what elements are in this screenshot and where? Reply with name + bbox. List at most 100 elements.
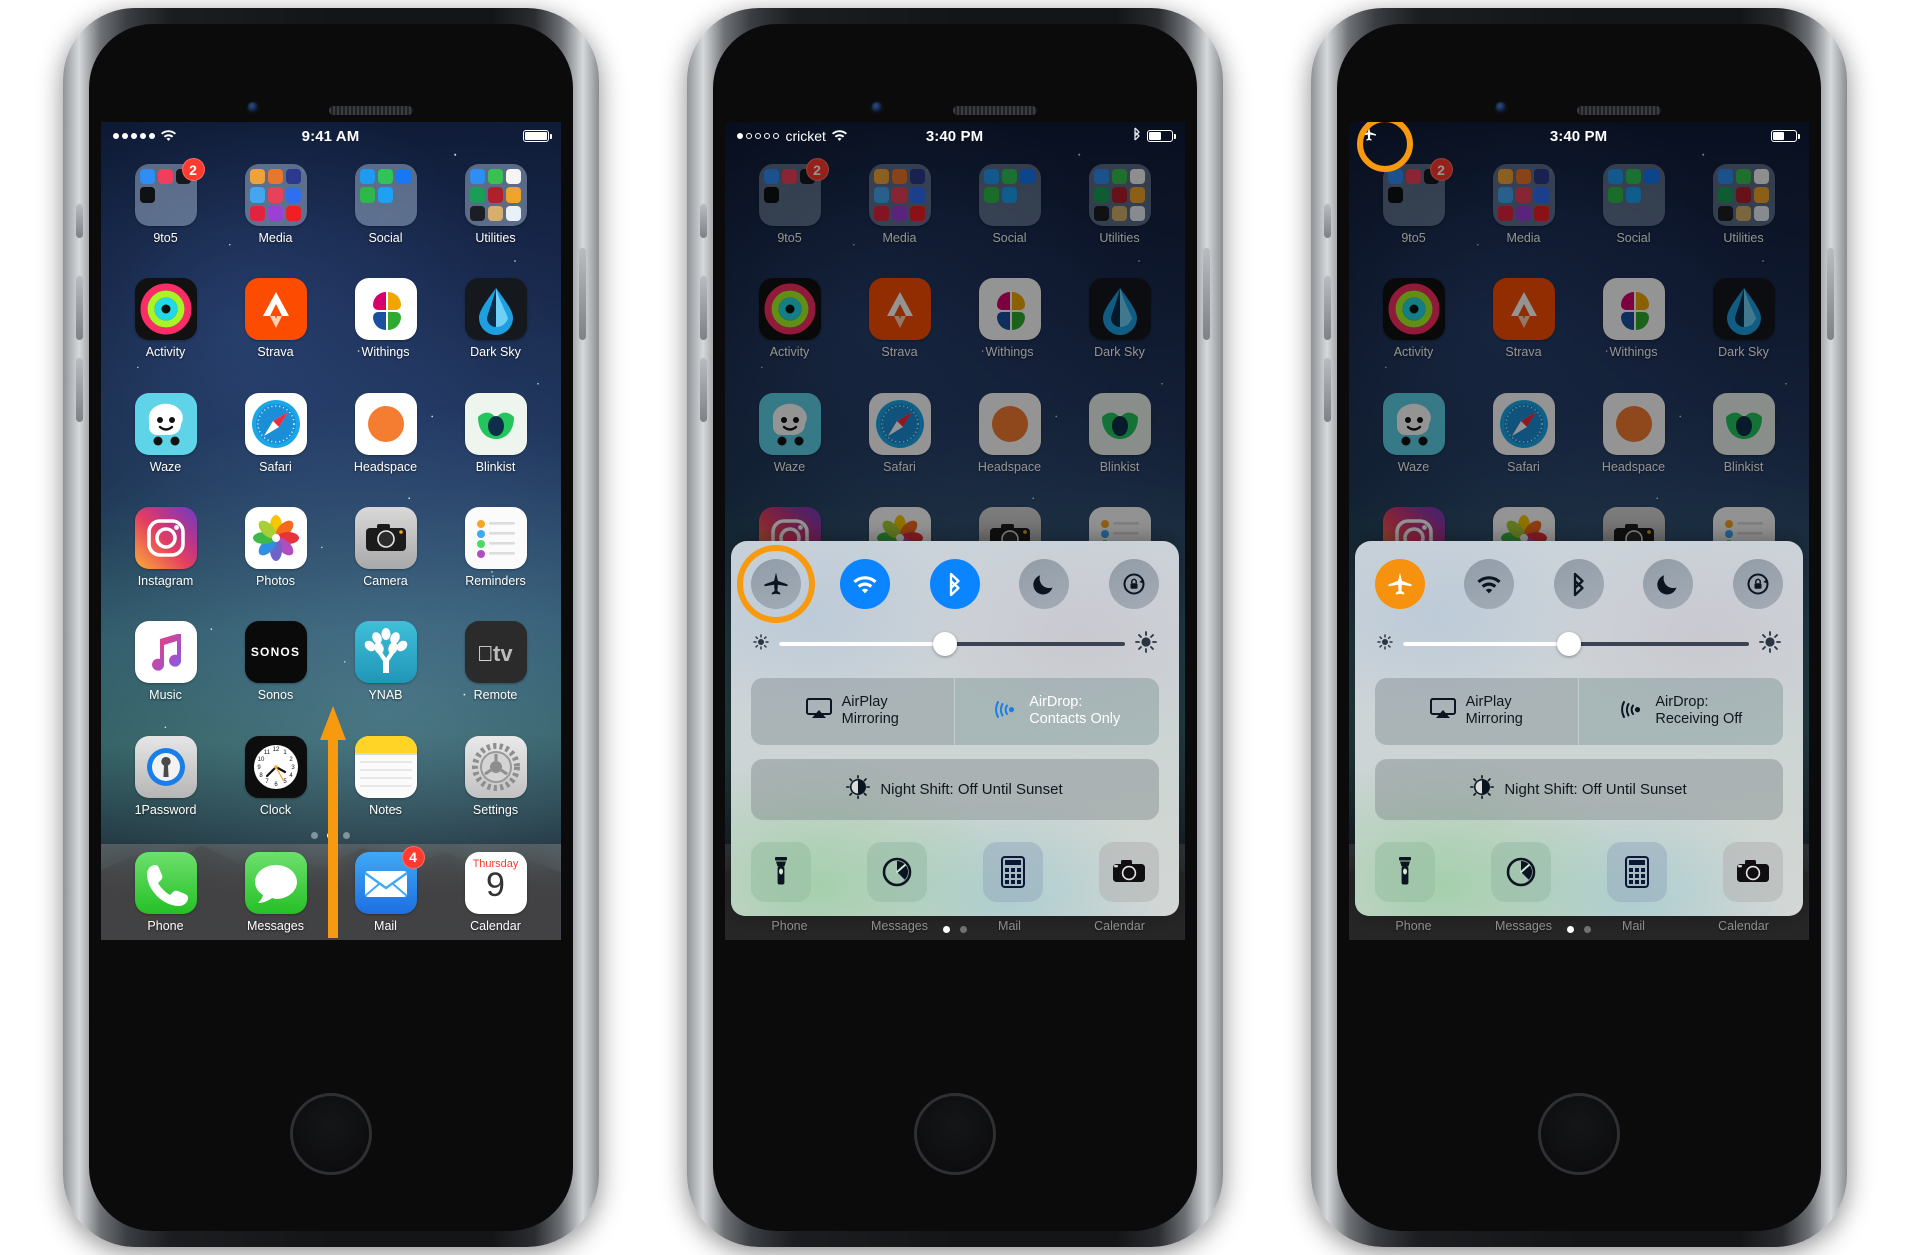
- toggle-do-not-disturb[interactable]: [1019, 558, 1069, 609]
- app-icon-wrapper[interactable]: 2: [134, 158, 205, 226]
- front-camera: [869, 100, 884, 115]
- airplay-mirroring-button[interactable]: AirPlay Mirroring: [1374, 677, 1578, 745]
- shortcut-camera[interactable]: [1098, 842, 1159, 902]
- brightness-slider[interactable]: [745, 609, 1165, 674]
- app-icon-wrapper[interactable]: [464, 392, 527, 455]
- app-icon-wrapper[interactable]: [134, 392, 197, 455]
- app-icon-wrapper[interactable]: [134, 735, 197, 798]
- app-icon-wrapper[interactable]: [244, 164, 307, 226]
- app-icon-wrapper[interactable]: [354, 621, 417, 684]
- volume-up-button[interactable]: [1323, 276, 1331, 340]
- front-camera: [1493, 100, 1508, 115]
- control-center-page-dot[interactable]: [1566, 926, 1574, 933]
- shortcut-camera[interactable]: [1722, 842, 1783, 902]
- toggle-airplane-mode[interactable]: [1374, 558, 1425, 609]
- app-label: Strava: [257, 345, 294, 360]
- app-icon-wrapper[interactable]: [464, 278, 527, 341]
- music-note: [134, 621, 197, 684]
- power-button[interactable]: [1202, 248, 1210, 340]
- control-center-panel: AirPlay Mirroring AirDrop: Contacts Only N…: [731, 541, 1179, 916]
- app-icon-wrapper[interactable]: [354, 278, 417, 341]
- app-icon-wrapper[interactable]: [134, 621, 197, 684]
- app-icon-wrapper[interactable]:  tv: [464, 621, 527, 684]
- toggle-do-not-disturb[interactable]: [1643, 558, 1693, 609]
- app-label: Dark Sky: [470, 345, 521, 360]
- folder-mini-icon: [267, 187, 284, 203]
- brightness-track[interactable]: [778, 632, 1125, 657]
- brightness-knob[interactable]: [932, 632, 957, 657]
- folder-mini-icon: [469, 187, 485, 203]
- app-icon-wrapper[interactable]: SONOS: [244, 621, 307, 684]
- shortcut-timer[interactable]: [866, 842, 927, 902]
- shortcut-calculator[interactable]: [1606, 842, 1667, 902]
- status-bar: 9:41 AM: [101, 122, 561, 150]
- brightness-low-icon: [1376, 633, 1393, 655]
- screen: 2 9to5 Media Social Utilities Activity Strav…: [724, 122, 1185, 940]
- home-button[interactable]: [289, 1093, 372, 1175]
- power-button[interactable]: [1826, 248, 1834, 340]
- brightness-slider[interactable]: [1369, 609, 1789, 674]
- control-center-page-dot[interactable]: [959, 926, 967, 933]
- volume-up-button[interactable]: [75, 276, 83, 340]
- mute-switch[interactable]: [1323, 204, 1331, 238]
- volume-down-button[interactable]: [75, 358, 83, 422]
- night-shift-button[interactable]: Night Shift: Off Until Sunset: [750, 759, 1159, 820]
- app-icon-wrapper[interactable]: 1212 345 678 91011: [244, 735, 307, 798]
- toggle-bluetooth[interactable]: [1553, 558, 1604, 609]
- night-shift-button[interactable]: Night Shift: Off Until Sunset: [1374, 759, 1783, 820]
- dock-icon-wrapper[interactable]: Thursday9: [464, 851, 527, 914]
- dock-icon-wrapper[interactable]: 4: [354, 845, 425, 914]
- shortcut-flashlight[interactable]: [1374, 842, 1435, 902]
- app-icon-wrapper[interactable]: [354, 507, 417, 569]
- app-icon-wrapper[interactable]: [464, 164, 527, 226]
- swipe-up-annotation-arrow: [319, 706, 346, 938]
- toggle-bluetooth[interactable]: [929, 558, 980, 609]
- volume-up-button[interactable]: [699, 276, 707, 340]
- home-button[interactable]: [1537, 1093, 1620, 1175]
- mute-switch[interactable]: [75, 204, 83, 238]
- toggle-wifi[interactable]: [1464, 558, 1514, 609]
- shortcut-calculator[interactable]: [982, 842, 1043, 902]
- app-icon-wrapper[interactable]: [244, 278, 307, 341]
- app-icon-wrapper[interactable]: [244, 392, 307, 455]
- folder-mini-icon: [359, 187, 375, 203]
- volume-down-button[interactable]: [699, 358, 707, 422]
- app-icon-wrapper[interactable]: [354, 164, 417, 226]
- brightness-track[interactable]: [1402, 632, 1749, 657]
- signal-dot: [763, 133, 770, 139]
- app-icon-wrapper[interactable]: [464, 507, 527, 569]
- toggle-wifi[interactable]: [840, 558, 890, 609]
- mute-switch[interactable]: [699, 204, 707, 238]
- shortcut-timer[interactable]: [1490, 842, 1551, 902]
- toggle-rotation-lock[interactable]: [1108, 558, 1159, 609]
- control-center-page-dot[interactable]: [942, 926, 950, 933]
- signal-strength-dots: [112, 133, 155, 139]
- app-icon-wrapper[interactable]: [354, 735, 417, 798]
- control-center-page-dot[interactable]: [1583, 926, 1591, 933]
- airplay-mirroring-button[interactable]: AirPlay Mirroring: [750, 677, 954, 745]
- app-icon-wrapper[interactable]: [354, 392, 417, 455]
- app-icon-wrapper[interactable]: [134, 507, 197, 569]
- airdrop-button[interactable]: AirDrop: Receiving Off: [1578, 677, 1783, 745]
- signal-strength-dots: [736, 133, 779, 139]
- volume-down-button[interactable]: [1323, 358, 1331, 422]
- folder-mini-icon: [487, 205, 504, 221]
- airplay-mirroring-label: AirPlay Mirroring: [842, 694, 899, 729]
- dock-icon-wrapper[interactable]: [244, 851, 307, 914]
- app-icon-wrapper[interactable]: [244, 507, 307, 569]
- airdrop-button[interactable]: AirDrop: Contacts Only: [954, 677, 1159, 745]
- page-dot[interactable]: [343, 832, 350, 839]
- brightness-knob[interactable]: [1556, 632, 1581, 657]
- dock-icon-wrapper[interactable]: [134, 851, 197, 914]
- home-button[interactable]: [913, 1093, 996, 1175]
- app-icon-wrapper[interactable]: [464, 735, 527, 798]
- app-icon-wrapper[interactable]: [134, 278, 197, 341]
- toggle-rotation-lock[interactable]: [1732, 558, 1783, 609]
- shortcut-flashlight[interactable]: [750, 842, 811, 902]
- page-dot[interactable]: [311, 832, 318, 839]
- toggle-airplane-mode[interactable]: [736, 544, 815, 623]
- status-bar-left: [112, 128, 302, 145]
- airdrop-label-line2: Contacts Only: [1029, 711, 1121, 728]
- status-bar: 3:40 PM: [1349, 122, 1809, 172]
- power-button[interactable]: [578, 248, 586, 340]
